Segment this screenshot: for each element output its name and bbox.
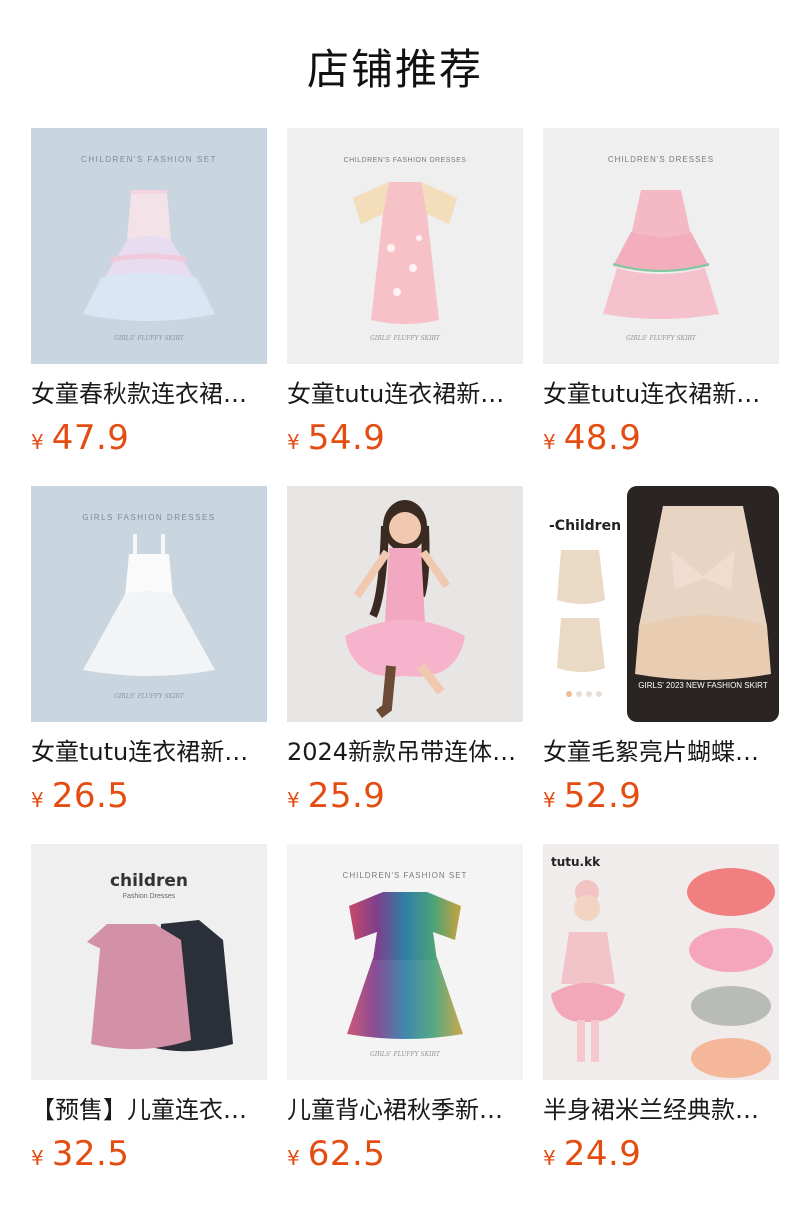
product-price: ¥ 25.9 — [287, 776, 523, 816]
product-name[interactable]: 【预售】儿童连衣裙飞袖纱裙 — [31, 1094, 267, 1126]
product-price: ¥ 62.5 — [287, 1134, 523, 1174]
product-price: ¥ 32.5 — [31, 1134, 267, 1174]
image-subcaption: Fashion Dresses — [123, 893, 176, 900]
price-value: 25.9 — [307, 776, 386, 816]
product-card[interactable]: CHILDREN'S FASHION SET GIRLS' FLUFFY SKI… — [287, 844, 523, 1174]
price-value: 26.5 — [51, 776, 130, 816]
price-value: 47.9 — [51, 418, 130, 458]
product-name[interactable]: 女童tutu连衣裙新款飞袖亮片纱裙 — [287, 378, 523, 410]
currency-symbol: ¥ — [543, 1146, 556, 1170]
product-image[interactable]: CHILDREN'S FASHION DRESSES GIRLS' FLUFFY… — [287, 128, 523, 364]
price-value: 54.9 — [307, 418, 386, 458]
product-price: ¥ 52.9 — [543, 776, 779, 816]
image-caption: -Children — [549, 518, 621, 534]
image-caption: CHILDREN'S FASHION SET — [81, 155, 217, 164]
image-caption: children — [110, 871, 188, 891]
image-caption: CHILDREN'S DRESSES — [608, 155, 714, 164]
currency-symbol: ¥ — [31, 1146, 44, 1170]
product-price: ¥ 24.9 — [543, 1134, 779, 1174]
product-price: ¥ 48.9 — [543, 418, 779, 458]
product-image[interactable]: GIRLS FASHION DRESSES GIRLS' FLUFFY SKIR… — [31, 486, 267, 722]
product-card[interactable]: -Children GIRLS' 2023 NEW FASHION SKIRT … — [543, 486, 779, 816]
currency-symbol: ¥ — [287, 1146, 300, 1170]
product-card[interactable]: CHILDREN'S FASHION SET GIRLS' FLUFFY SKI… — [31, 128, 267, 458]
image-subcaption: GIRLS' FLUFFY SKIRT — [114, 693, 185, 700]
section-title: 店铺推荐 — [306, 45, 483, 94]
image-subcaption: GIRLS' FLUFFY SKIRT — [370, 1051, 441, 1058]
product-card[interactable]: children Fashion Dresses 【预售】儿童连衣裙飞袖纱裙 ¥… — [31, 844, 267, 1174]
product-price: ¥ 26.5 — [31, 776, 267, 816]
shop-recommendations-page: 店铺推荐 CHILDREN'S FASHION SET GIRLS' FLUFF… — [0, 0, 790, 1232]
currency-symbol: ¥ — [31, 430, 44, 454]
price-value: 24.9 — [563, 1134, 642, 1174]
image-caption: CHILDREN'S FASHION SET — [343, 871, 468, 880]
product-name[interactable]: 女童tutu连衣裙新款吊带蛋糕裙 — [543, 378, 779, 410]
image-subcaption: GIRLS' FLUFFY SKIRT — [114, 335, 185, 342]
product-image[interactable]: CHILDREN'S FASHION SET GIRLS' FLUFFY SKI… — [287, 844, 523, 1080]
price-value: 48.9 — [563, 418, 642, 458]
product-grid: CHILDREN'S FASHION SET GIRLS' FLUFFY SKI… — [31, 128, 779, 1174]
product-image[interactable]: CHILDREN'S FASHION SET GIRLS' FLUFFY SKI… — [31, 128, 267, 364]
product-price: ¥ 47.9 — [31, 418, 267, 458]
product-name[interactable]: 儿童背心裙秋季新款幻彩连衣裙 — [287, 1094, 523, 1126]
image-caption: GIRLS FASHION DRESSES — [82, 513, 215, 522]
currency-symbol: ¥ — [287, 788, 300, 812]
price-value: 62.5 — [307, 1134, 386, 1174]
product-name[interactable]: 半身裙米兰经典款欧美蓬蓬裙 — [543, 1094, 779, 1126]
image-caption: tutu.kk — [551, 855, 601, 869]
image-subcaption: GIRLS' FLUFFY SKIRT — [626, 335, 697, 342]
product-image[interactable]: tutu.kk — [543, 844, 779, 1080]
product-price: ¥ 54.9 — [287, 418, 523, 458]
currency-symbol: ¥ — [543, 430, 556, 454]
product-name[interactable]: 女童毛絮亮片蝴蝶结连衣裙 — [543, 736, 779, 768]
image-subcaption: GIRLS' FLUFFY SKIRT — [370, 335, 441, 342]
product-card[interactable]: CHILDREN'S FASHION DRESSES GIRLS' FLUFFY… — [287, 128, 523, 458]
price-value: 52.9 — [563, 776, 642, 816]
product-name[interactable]: 2024新款吊带连体芭蕾舞裙 — [287, 736, 523, 768]
product-image[interactable]: children Fashion Dresses — [31, 844, 267, 1080]
currency-symbol: ¥ — [287, 430, 300, 454]
product-card[interactable]: CHILDREN'S DRESSES GIRLS' FLUFFY SKIRT 女… — [543, 128, 779, 458]
product-name[interactable]: 女童tutu连衣裙新款吊带白色纱裙 — [31, 736, 267, 768]
product-card[interactable]: 2024新款吊带连体芭蕾舞裙 ¥ 25.9 — [287, 486, 523, 816]
price-value: 32.5 — [51, 1134, 130, 1174]
currency-symbol: ¥ — [31, 788, 44, 812]
image-caption: CHILDREN'S FASHION DRESSES — [344, 157, 467, 164]
currency-symbol: ¥ — [543, 788, 556, 812]
product-card[interactable]: tutu.kk 半身裙米兰经典款欧美蓬蓬裙 ¥ 24.9 — [543, 844, 779, 1174]
product-image[interactable]: -Children GIRLS' 2023 NEW FASHION SKIRT — [543, 486, 779, 722]
image-subcaption: GIRLS' 2023 NEW FASHION SKIRT — [638, 681, 768, 690]
product-image[interactable]: CHILDREN'S DRESSES GIRLS' FLUFFY SKIRT — [543, 128, 779, 364]
product-name[interactable]: 女童春秋款连衣裙亮片公主裙 — [31, 378, 267, 410]
product-image[interactable] — [287, 486, 523, 722]
product-card[interactable]: GIRLS FASHION DRESSES GIRLS' FLUFFY SKIR… — [31, 486, 267, 816]
